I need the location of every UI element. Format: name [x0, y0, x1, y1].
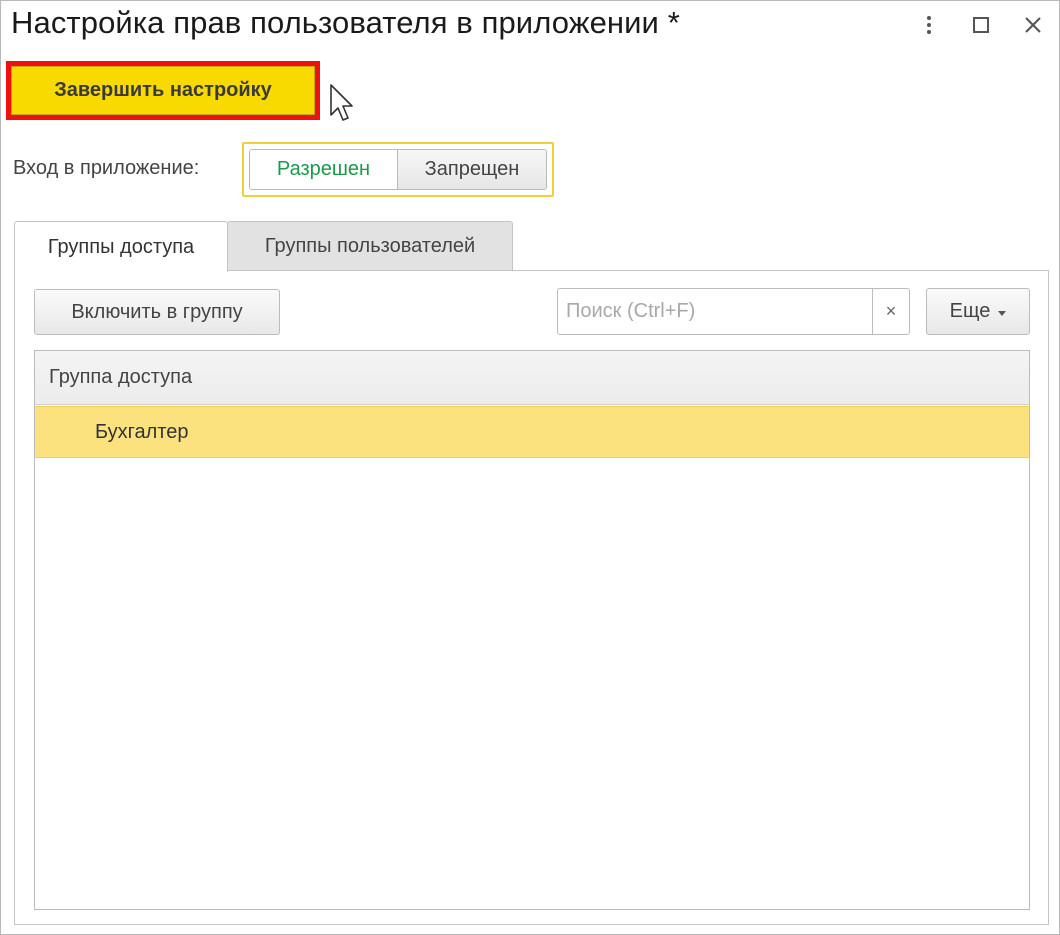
- finish-setup-button[interactable]: Завершить настройку: [11, 66, 315, 115]
- search-input[interactable]: [558, 289, 872, 334]
- tab-panel-access-groups: Включить в группу × Еще Группа доступа Б…: [14, 270, 1049, 925]
- column-header-access-group[interactable]: Группа доступа: [35, 351, 1029, 405]
- close-button[interactable]: [1007, 7, 1059, 43]
- search-box: ×: [557, 288, 910, 335]
- table-row[interactable]: Бухгалтер: [35, 406, 1029, 458]
- table-cell-group-name: Бухгалтер: [95, 420, 189, 443]
- more-actions-button[interactable]: [903, 7, 955, 43]
- vertical-dots-icon: [927, 16, 931, 34]
- finish-button-highlight: Завершить настройку: [6, 61, 320, 120]
- login-label: Вход в приложение:: [13, 157, 200, 179]
- login-denied-option[interactable]: Запрещен: [398, 150, 546, 189]
- app-window: Настройка прав пользователя в приложении…: [0, 0, 1060, 935]
- more-button-label: Еще: [949, 300, 991, 322]
- window-title: Настройка прав пользователя в приложении…: [11, 5, 680, 40]
- tab-user-groups[interactable]: Группы пользователей: [227, 221, 513, 271]
- login-allowed-option[interactable]: Разрешен: [250, 150, 398, 189]
- tab-access-groups[interactable]: Группы доступа: [14, 221, 228, 272]
- access-groups-table: Группа доступа Бухгалтер: [34, 350, 1030, 910]
- window-controls: [903, 7, 1059, 43]
- close-icon: [1025, 17, 1041, 33]
- maximize-icon: [973, 17, 989, 33]
- maximize-button[interactable]: [955, 7, 1007, 43]
- tab-bar: Группы доступа Группы пользователей: [14, 221, 513, 272]
- chevron-down-icon: [998, 310, 1007, 316]
- login-toggle-frame: Разрешен Запрещен: [242, 142, 554, 197]
- include-in-group-button[interactable]: Включить в группу: [34, 289, 280, 335]
- more-button[interactable]: Еще: [926, 288, 1030, 335]
- login-toggle: Разрешен Запрещен: [249, 149, 547, 190]
- mouse-pointer-icon: [330, 84, 353, 121]
- clear-search-icon[interactable]: ×: [872, 289, 909, 334]
